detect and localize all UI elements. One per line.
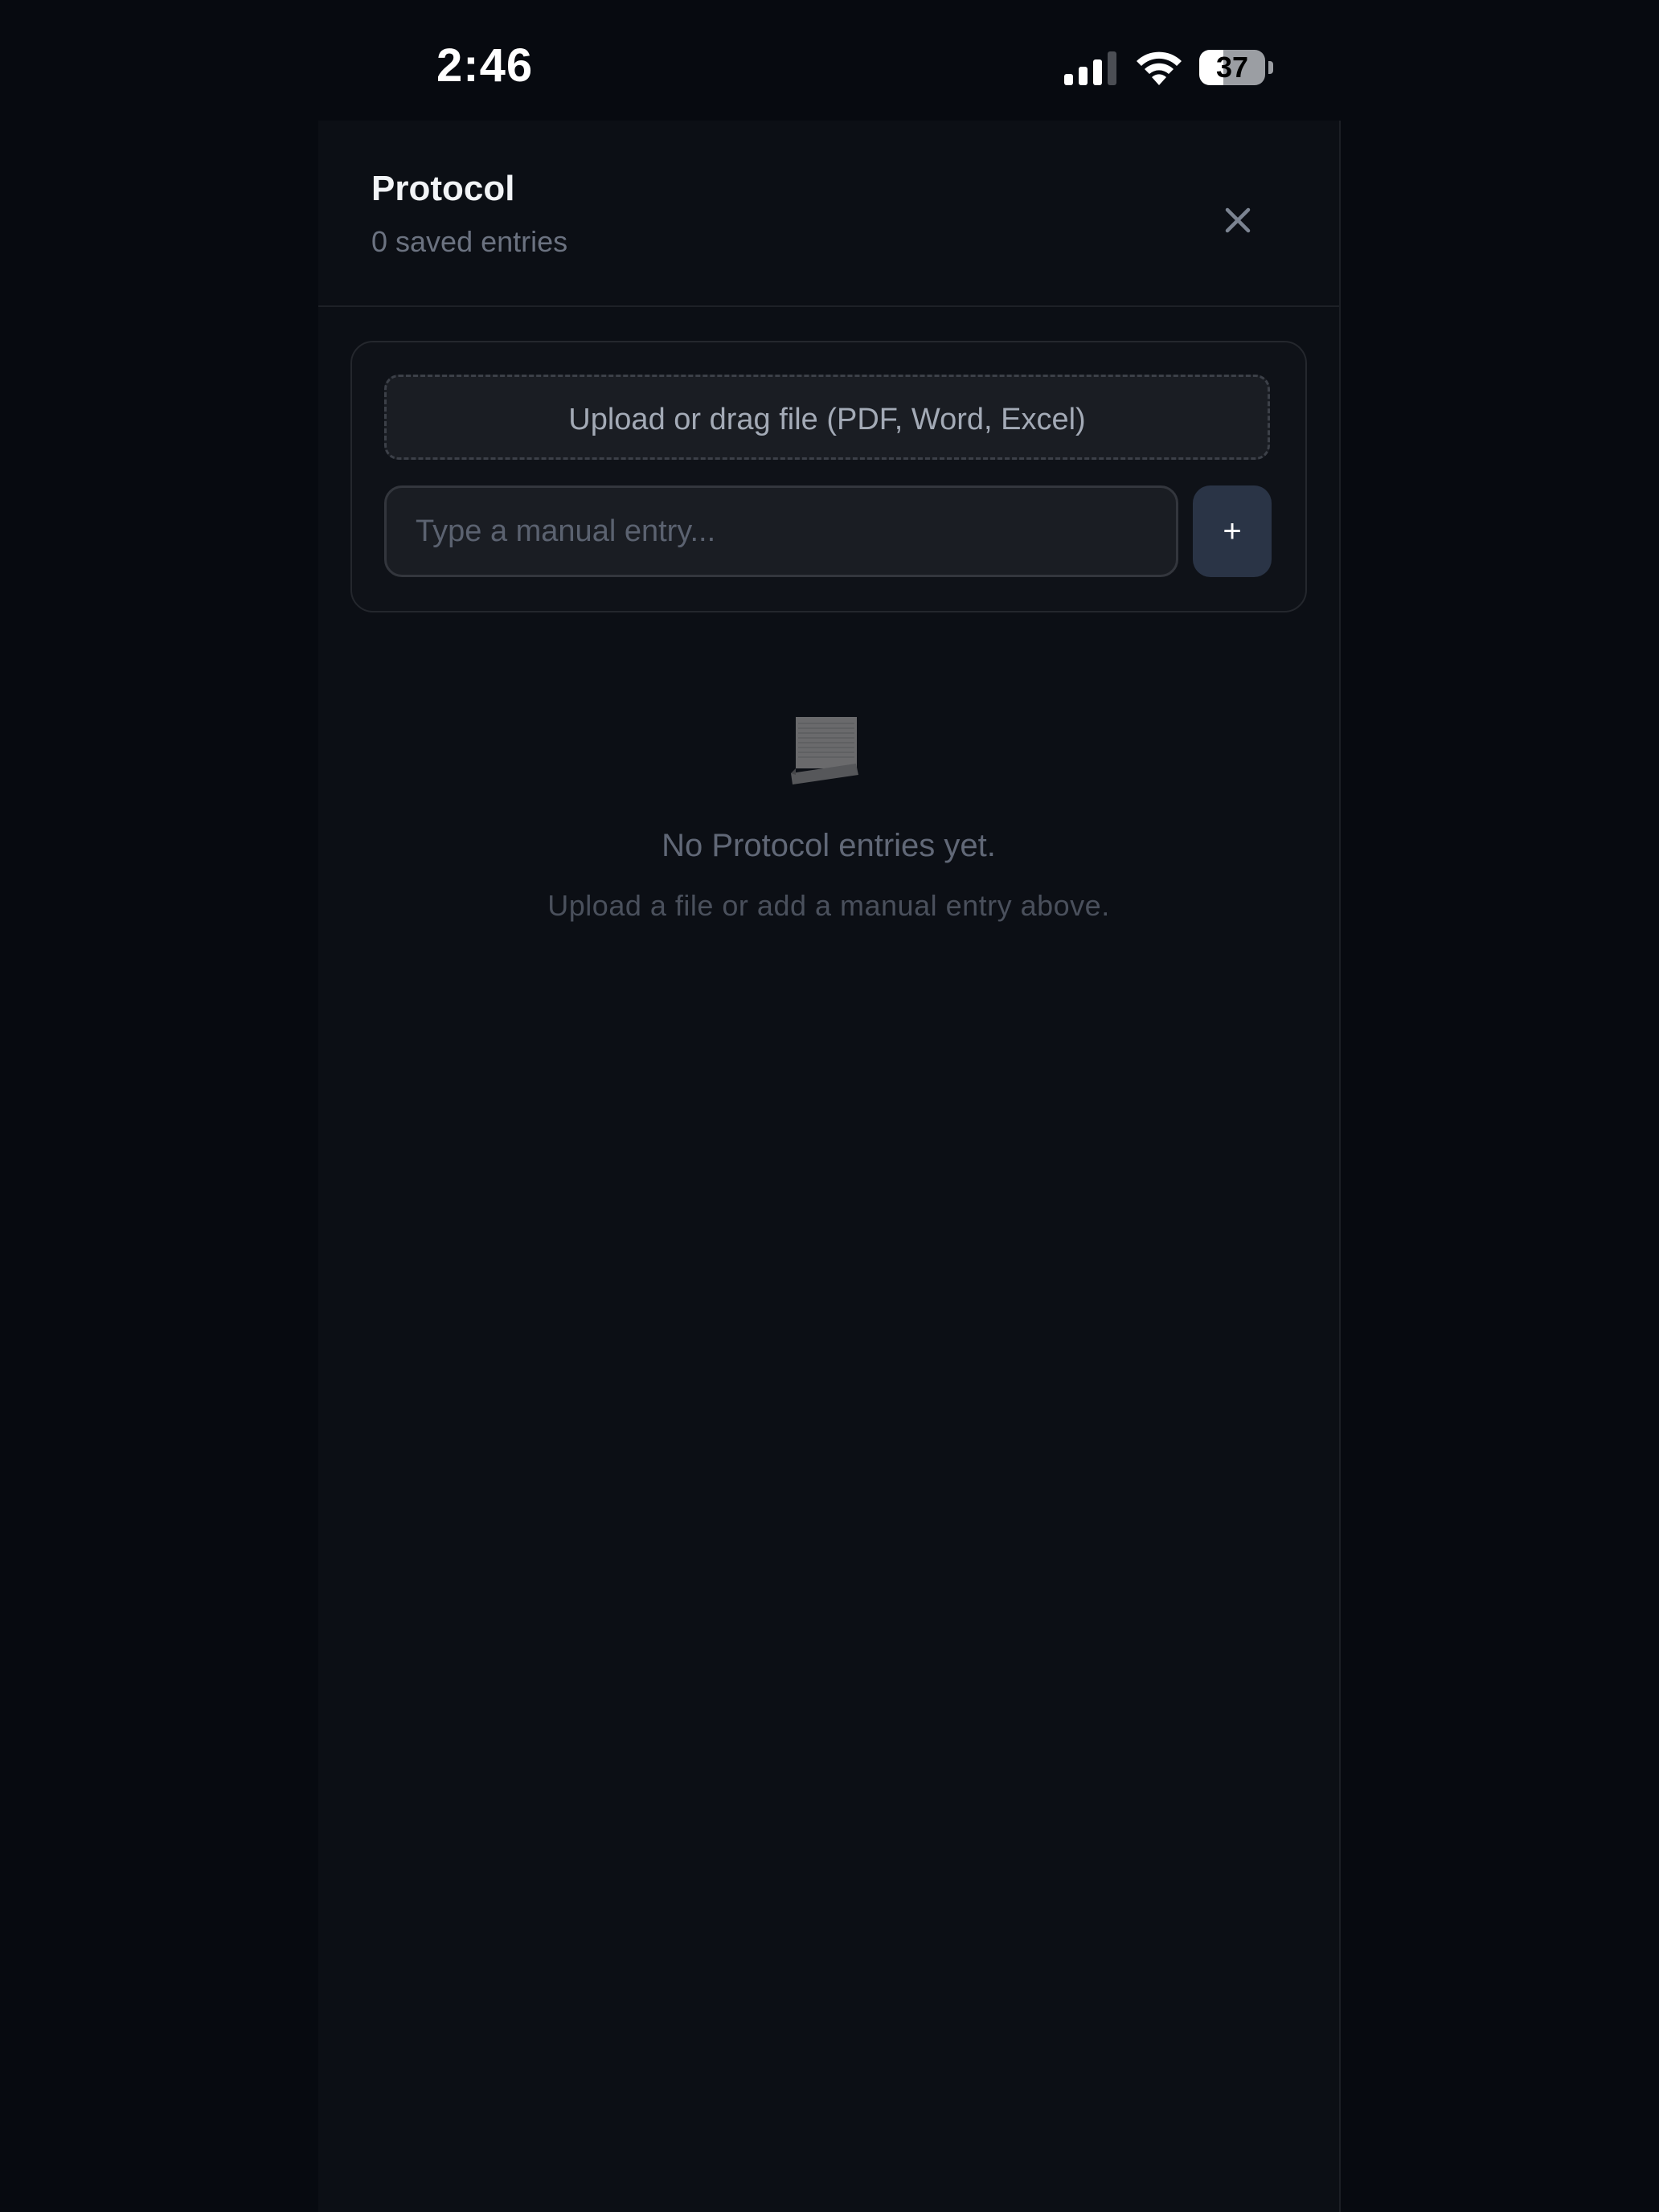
status-bar: 2:46 37 [0, 0, 1659, 121]
scroll-icon [791, 717, 858, 784]
upload-dropzone[interactable]: Upload or drag file (PDF, Word, Excel) [384, 375, 1270, 460]
page-title: Protocol [371, 169, 515, 208]
saved-entries-count: 0 saved entries [371, 225, 568, 258]
battery-tip [1268, 61, 1273, 74]
battery-icon: 37 [1199, 50, 1273, 85]
wifi-icon [1137, 51, 1182, 85]
status-time: 2:46 [436, 39, 534, 92]
close-icon [1225, 207, 1251, 233]
empty-state-title: No Protocol entries yet. [662, 828, 996, 863]
panel-header: Protocol 0 saved entries [318, 121, 1339, 307]
input-card: Upload or drag file (PDF, Word, Excel) + [350, 341, 1307, 612]
signal-icon [1064, 51, 1116, 85]
close-button[interactable] [1214, 196, 1262, 244]
empty-state-hint: Upload a file or add a manual entry abov… [547, 889, 1110, 922]
battery-body: 37 [1199, 50, 1265, 85]
protocol-panel: Protocol 0 saved entries Upload or drag … [318, 121, 1341, 2212]
manual-entry-input[interactable] [384, 485, 1178, 577]
add-entry-button[interactable]: + [1193, 485, 1272, 577]
battery-level: 37 [1215, 51, 1249, 84]
